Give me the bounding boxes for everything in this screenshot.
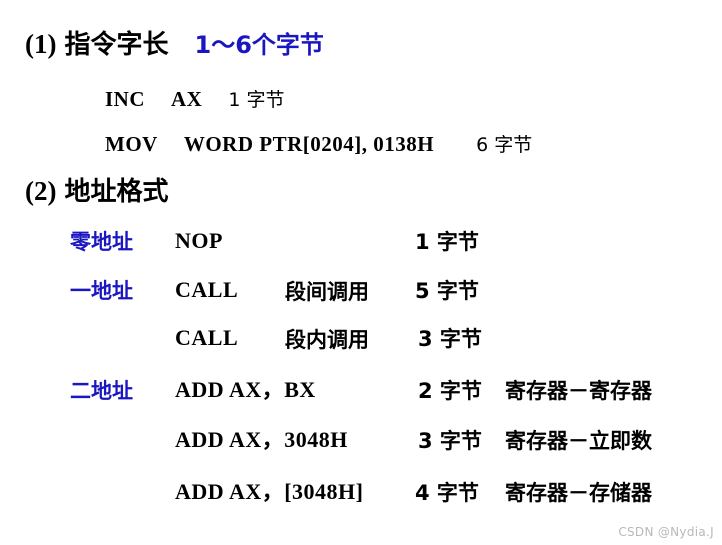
address-row-instruction: ADD AX，3048H (175, 427, 348, 452)
address-row-size: 3 字节 (418, 327, 482, 351)
example-size: 1 字节 (228, 89, 285, 111)
address-row-label: 二地址 (70, 379, 133, 403)
address-row-operand-type: 寄存器－存储器 (505, 481, 652, 505)
address-row-size: 1 字节 (415, 230, 479, 254)
address-row-size: 4 字节 (415, 481, 479, 505)
address-row-detail: 段间调用 (285, 280, 369, 304)
address-row-instruction: ADD AX，BX (175, 377, 316, 402)
example-size: 6 字节 (476, 134, 533, 156)
example-operands: WORD PTR[0204], 0138H (183, 132, 435, 156)
address-row-instruction: NOP (175, 228, 223, 253)
address-row-size: 2 字节 (418, 379, 482, 403)
address-row-label: 一地址 (70, 279, 133, 303)
address-row-label: 零地址 (70, 230, 133, 254)
example-mnemonic: INC (105, 87, 146, 111)
address-row-size: 5 字节 (415, 279, 479, 303)
instruction-length-accent: 1～6个字节 (194, 31, 324, 59)
address-row-operand-type: 寄存器－立即数 (505, 429, 652, 453)
example-row: INC AX 1 字节 (105, 89, 285, 110)
address-row-instruction: ADD AX，[3048H] (175, 479, 364, 504)
example-operands: AX (171, 87, 203, 111)
section-number: (1) (25, 29, 57, 59)
address-row-instruction: CALL (175, 325, 239, 350)
section-title: 指令字长 (64, 30, 169, 60)
address-row-operand-type: 寄存器－寄存器 (505, 379, 652, 403)
example-mnemonic: MOV (105, 132, 158, 156)
address-row-size: 3 字节 (418, 429, 482, 453)
section-title: 地址格式 (64, 177, 169, 207)
section-heading-address-format: (2) 地址格式 (25, 176, 169, 207)
section-number: (2) (25, 176, 57, 206)
section-heading-instruction-length: (1) 指令字长 1～6个字节 (25, 29, 324, 60)
address-row-detail: 段内调用 (285, 328, 369, 352)
example-row: MOV WORD PTR[0204], 0138H 6 字节 (105, 134, 532, 155)
slide-canvas: (1) 指令字长 1～6个字节 INC AX 1 字节 MOV WORD PTR[0204… (0, 0, 722, 545)
csdn-watermark: CSDN @Nydia.J (618, 525, 714, 539)
address-row-instruction: CALL (175, 277, 239, 302)
